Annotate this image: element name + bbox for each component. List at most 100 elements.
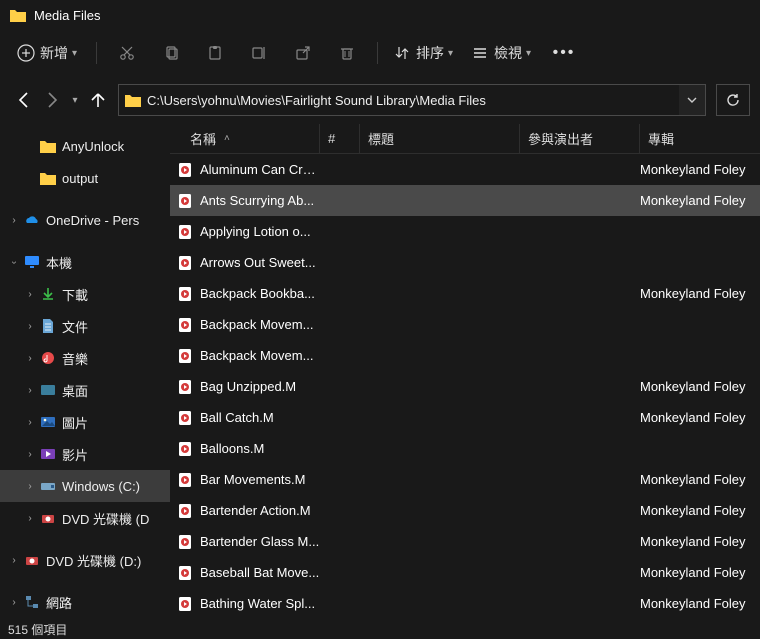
sort-icon <box>392 45 412 61</box>
sidebar-item-anyunlock[interactable]: › AnyUnlock <box>0 130 170 162</box>
file-row[interactable]: Bag Unzipped.M Monkeyland Foley <box>170 371 760 402</box>
chevron-right-icon: › <box>22 449 38 460</box>
file-row[interactable]: Bar Movements.M Monkeyland Foley <box>170 464 760 495</box>
file-name: Baseball Bat Move... <box>200 565 320 580</box>
recent-dropdown[interactable]: ▾ <box>66 84 84 116</box>
sidebar-item-pictures[interactable]: › 圖片 <box>0 406 170 438</box>
file-row[interactable]: Backpack Movem... <box>170 309 760 340</box>
up-button[interactable] <box>84 84 112 116</box>
file-name: Bag Unzipped.M <box>200 379 320 394</box>
sidebar-item-label: DVD 光碟機 (D <box>62 509 149 528</box>
new-button[interactable]: 新增 ▾ <box>10 35 88 71</box>
audio-file-icon <box>170 286 200 302</box>
file-row[interactable]: Bartender Action.M Monkeyland Foley <box>170 495 760 526</box>
chevron-right-icon: › <box>22 353 38 364</box>
refresh-button[interactable] <box>716 84 750 116</box>
status-text: 515 個項目 <box>8 621 67 638</box>
back-button[interactable] <box>10 84 38 116</box>
file-row[interactable]: Applying Lotion o... <box>170 216 760 247</box>
sidebar-item-onedrive[interactable]: › OneDrive - Pers <box>0 204 170 236</box>
window-title: Media Files <box>34 8 100 23</box>
file-album: Monkeyland Foley <box>640 162 760 177</box>
sort-button-label: 排序 <box>416 43 444 63</box>
sidebar-item-output[interactable]: › output <box>0 162 170 194</box>
column-headers: 名稱 ˄ # 標題 參與演出者 專輯 <box>170 124 760 154</box>
column-header-number[interactable]: # <box>320 124 360 153</box>
file-row[interactable]: Aluminum Can Cru...Monkeyland Foley <box>170 154 760 185</box>
column-header-name[interactable]: 名稱 ˄ <box>170 124 320 153</box>
file-name: Arrows Out Sweet... <box>200 255 320 270</box>
view-button[interactable]: 檢視 ▾ <box>464 35 542 71</box>
rename-button[interactable] <box>237 35 281 71</box>
file-row[interactable]: Ball Catch.MMonkeyland Foley <box>170 402 760 433</box>
file-row[interactable]: Bartender Glass M...Monkeyland Foley <box>170 526 760 557</box>
sort-button[interactable]: 排序 ▾ <box>386 35 464 71</box>
file-name: Bartender Glass M... <box>200 534 320 549</box>
more-button[interactable]: ••• <box>542 35 586 71</box>
cut-button[interactable] <box>105 35 149 71</box>
file-album: Monkeyland Foley <box>640 379 760 394</box>
file-row[interactable]: Bathing Water Spl...Monkeyland Foley <box>170 588 760 619</box>
audio-file-icon <box>170 255 200 271</box>
file-name: Ball Catch.M <box>200 410 320 425</box>
share-button[interactable] <box>281 35 325 71</box>
sidebar-item-thispc[interactable]: › 本機 <box>0 246 170 278</box>
sidebar-item-desktop[interactable]: › 桌面 <box>0 374 170 406</box>
sidebar-item-documents[interactable]: › 文件 <box>0 310 170 342</box>
column-header-title[interactable]: 標題 <box>360 124 520 153</box>
file-album: Monkeyland Foley <box>640 472 760 487</box>
document-icon <box>38 319 58 333</box>
file-row[interactable]: Arrows Out Sweet... <box>170 247 760 278</box>
sidebar-item-label: 圖片 <box>62 413 88 432</box>
file-list-pane: 名稱 ˄ # 標題 參與演出者 專輯 Aluminum Can Cru...Mo… <box>170 124 760 619</box>
desktop-icon <box>38 384 58 396</box>
sidebar-item-dvd-d-1[interactable]: › DVD 光碟機 (D <box>0 502 170 534</box>
sidebar-item-label: OneDrive - Pers <box>46 213 139 228</box>
sidebar-item-label: 下載 <box>62 285 88 304</box>
copy-button[interactable] <box>149 35 193 71</box>
file-name: Applying Lotion o... <box>200 224 320 239</box>
chevron-right-icon: › <box>22 417 38 428</box>
file-row[interactable]: Baseball Bat Move...Monkeyland Foley <box>170 557 760 588</box>
audio-file-icon <box>170 162 200 178</box>
file-name: Bartender Action.M <box>200 503 320 518</box>
column-header-label: 專輯 <box>648 129 674 148</box>
file-row[interactable]: Backpack Bookba...Monkeyland Foley <box>170 278 760 309</box>
sidebar-item-windows-c[interactable]: › Windows (C:) <box>0 470 170 502</box>
file-album: Monkeyland Foley <box>640 193 760 208</box>
chevron-right-icon: › <box>22 481 38 492</box>
delete-button[interactable] <box>325 35 369 71</box>
file-row[interactable]: Ants Scurrying Ab...Monkeyland Foley <box>170 185 760 216</box>
sidebar-item-network[interactable]: › 網路 <box>0 586 170 618</box>
folder-icon <box>38 139 58 153</box>
audio-file-icon <box>170 317 200 333</box>
forward-button[interactable] <box>38 84 66 116</box>
address-bar[interactable]: C:\Users\yohnu\Movies\Fairlight Sound Li… <box>118 84 706 116</box>
file-row[interactable]: Balloons.M <box>170 433 760 464</box>
file-name: Backpack Movem... <box>200 348 320 363</box>
plus-circle-icon <box>16 44 36 62</box>
file-name: Bar Movements.M <box>200 472 320 487</box>
audio-file-icon <box>170 472 200 488</box>
sidebar-item-music[interactable]: › 音樂 <box>0 342 170 374</box>
chevron-right-icon: › <box>6 555 22 566</box>
picture-icon <box>38 416 58 428</box>
download-icon <box>38 287 58 301</box>
file-name: Bathing Water Spl... <box>200 596 320 611</box>
sidebar-item-videos[interactable]: › 影片 <box>0 438 170 470</box>
file-row[interactable]: Backpack Movem... <box>170 340 760 371</box>
sidebar-item-label: DVD 光碟機 (D:) <box>46 551 141 570</box>
chevron-right-icon: › <box>22 321 38 332</box>
chevron-right-icon: › <box>6 215 22 226</box>
paste-button[interactable] <box>193 35 237 71</box>
sidebar-item-downloads[interactable]: › 下載 <box>0 278 170 310</box>
column-header-album[interactable]: 專輯 <box>640 124 760 153</box>
column-header-artist[interactable]: 參與演出者 <box>520 124 640 153</box>
file-album: Monkeyland Foley <box>640 503 760 518</box>
chevron-down-icon: ▾ <box>448 48 458 59</box>
address-history-dropdown[interactable] <box>679 85 705 115</box>
column-header-label: 參與演出者 <box>528 129 593 148</box>
navigation-pane: › AnyUnlock › output › OneDrive - Pers ›… <box>0 124 170 619</box>
sidebar-item-dvd-d-2[interactable]: › DVD 光碟機 (D:) <box>0 544 170 576</box>
sidebar-item-label: AnyUnlock <box>62 139 124 154</box>
